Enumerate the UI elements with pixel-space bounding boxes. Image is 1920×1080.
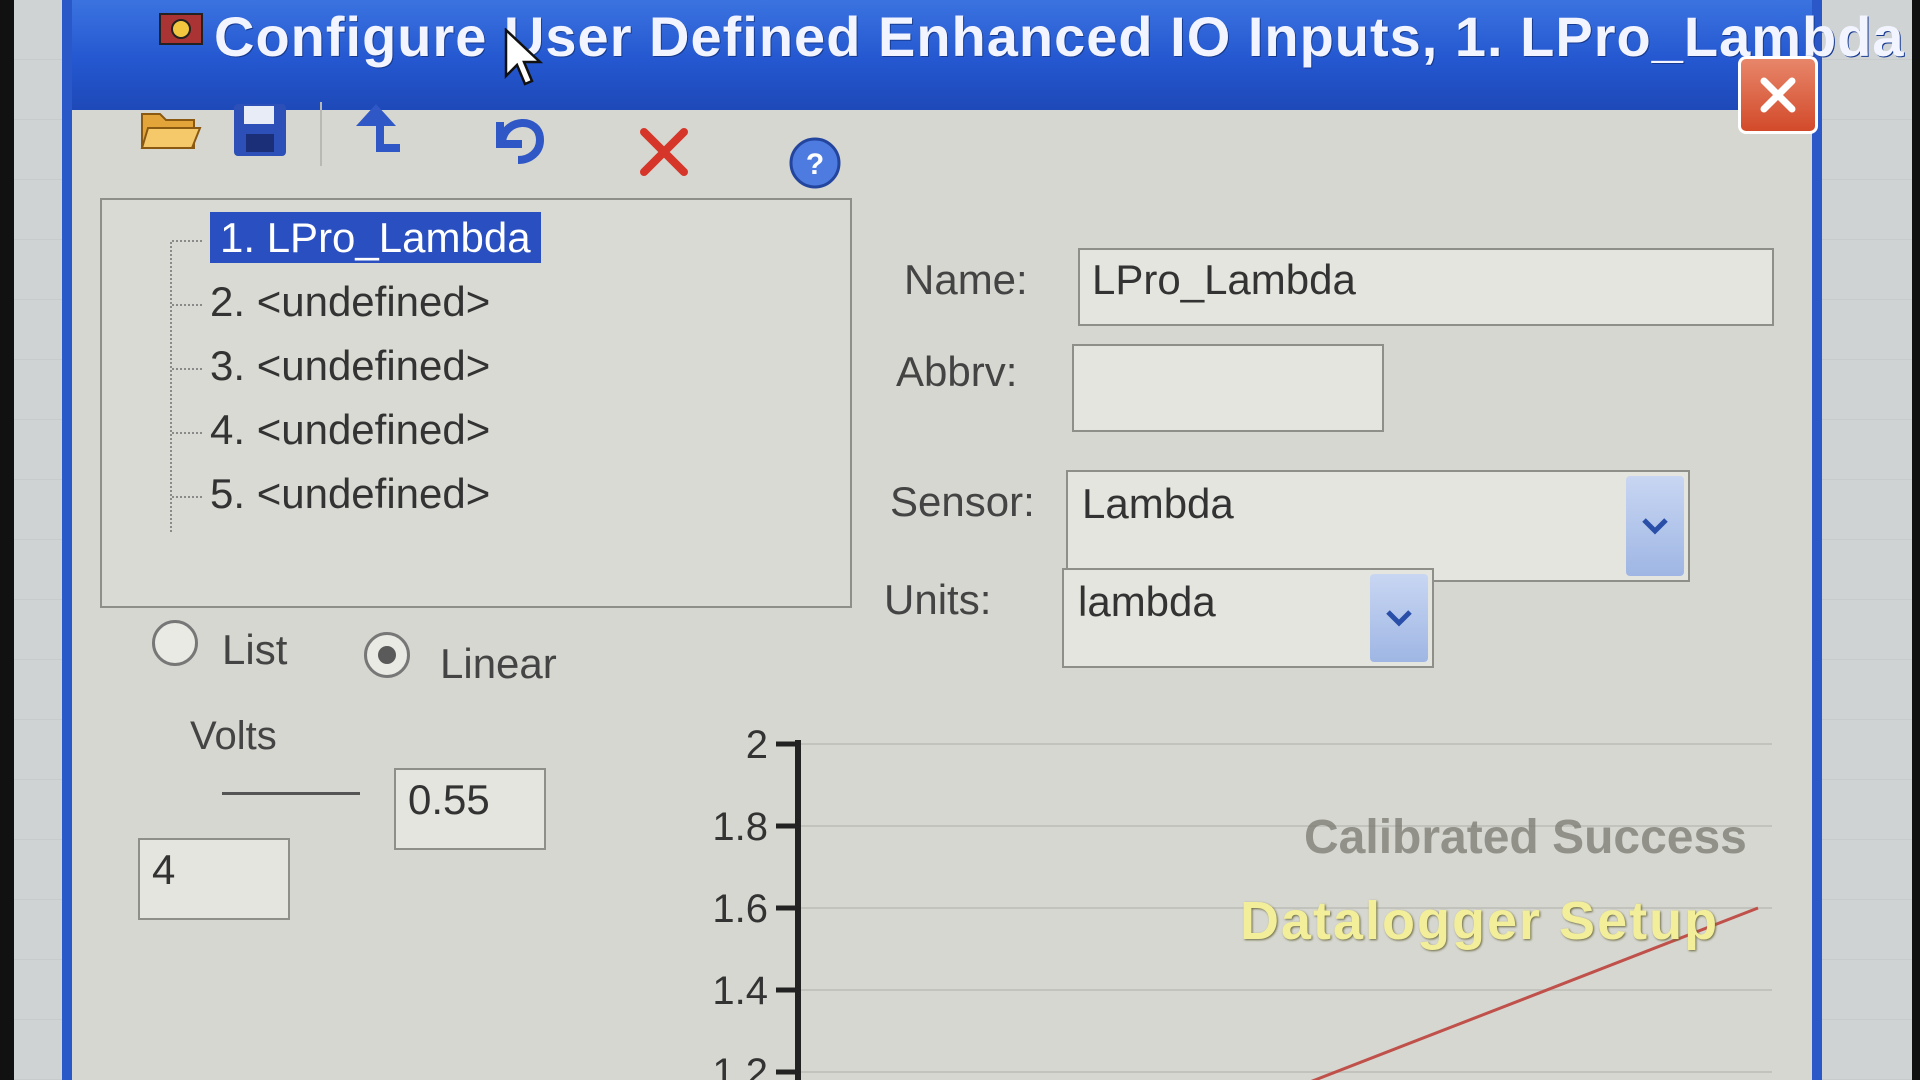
tree-item-label: 3. <undefined> [210, 342, 491, 389]
tree-item-5[interactable]: 5. <undefined> [172, 470, 490, 518]
tree-item-1[interactable]: 1. LPro_Lambda [172, 212, 541, 263]
help-icon[interactable]: ? [786, 134, 844, 192]
tree-item-2[interactable]: 2. <undefined> [172, 278, 490, 326]
radio-selected-dot [378, 646, 396, 664]
chevron-down-icon [1386, 610, 1412, 627]
folder-open-icon[interactable] [138, 100, 202, 156]
y-tick-label: 1.8 [712, 805, 768, 849]
tree-item-3[interactable]: 3. <undefined> [172, 342, 490, 390]
chevron-down-icon [1642, 518, 1668, 535]
tree-item-label: 1. LPro_Lambda [210, 212, 541, 263]
fraction-bar [222, 792, 360, 795]
window-title: Configure User Defined Enhanced IO Input… [214, 5, 1905, 68]
watermark-caption: Datalogger Setup [1240, 891, 1720, 951]
dialog-window: Configure User Defined Enhanced IO Input… [62, 0, 1904, 1080]
units-label: Units: [884, 576, 992, 623]
app-icon [159, 13, 203, 45]
divisor-field[interactable]: 4 [138, 838, 290, 920]
offset-field[interactable]: 0.55 [394, 768, 546, 850]
linear-radio[interactable] [364, 632, 410, 678]
y-tick-label: 2 [746, 723, 768, 767]
linear-radio-label: Linear [440, 640, 557, 687]
volts-label: Volts [190, 714, 277, 758]
abbrv-field[interactable] [1072, 344, 1384, 432]
tree-item-label: 2. <undefined> [210, 278, 491, 325]
tree-item-4[interactable]: 4. <undefined> [172, 406, 490, 454]
tree-connector [172, 303, 202, 306]
tree-connector [172, 431, 202, 434]
list-radio-label: List [222, 626, 288, 673]
y-tick-label: 1.2 [712, 1051, 768, 1080]
units-select[interactable]: lambda [1062, 568, 1434, 668]
tree-connector [172, 495, 202, 498]
name-label: Name: [904, 256, 1028, 303]
input-tree[interactable]: 1. LPro_Lambda 2. <undefined> 3. <undefi… [100, 198, 852, 608]
tree-item-label: 5. <undefined> [210, 470, 491, 517]
save-icon[interactable] [230, 100, 290, 160]
sensor-dropdown-button[interactable] [1626, 476, 1684, 576]
watermark-brand: Calibrated Success [1304, 811, 1747, 864]
list-radio[interactable] [152, 620, 198, 666]
toolbar: ? [72, 90, 1812, 190]
units-dropdown-button[interactable] [1370, 574, 1428, 662]
units-value: lambda [1078, 578, 1216, 625]
video-frame-right [1912, 0, 1920, 1080]
y-tick-label: 1.6 [712, 887, 768, 931]
up-arrow-icon[interactable] [346, 98, 406, 158]
y-tick-label: 1.4 [712, 969, 768, 1013]
tree-connector [172, 367, 202, 370]
tree-connector [172, 239, 202, 242]
video-frame-left [0, 0, 14, 1080]
mouse-cursor-icon [504, 28, 544, 86]
sensor-value: Lambda [1082, 480, 1234, 527]
toolbar-separator [320, 102, 322, 166]
sensor-label: Sensor: [890, 478, 1035, 525]
delete-icon[interactable] [636, 124, 692, 180]
sensor-select[interactable]: Lambda [1066, 470, 1690, 582]
tree-item-label: 4. <undefined> [210, 406, 491, 453]
svg-text:?: ? [806, 148, 824, 181]
abbrv-label: Abbrv: [896, 348, 1018, 395]
undo-icon[interactable] [486, 106, 550, 166]
name-field[interactable]: LPro_Lambda [1078, 248, 1774, 326]
